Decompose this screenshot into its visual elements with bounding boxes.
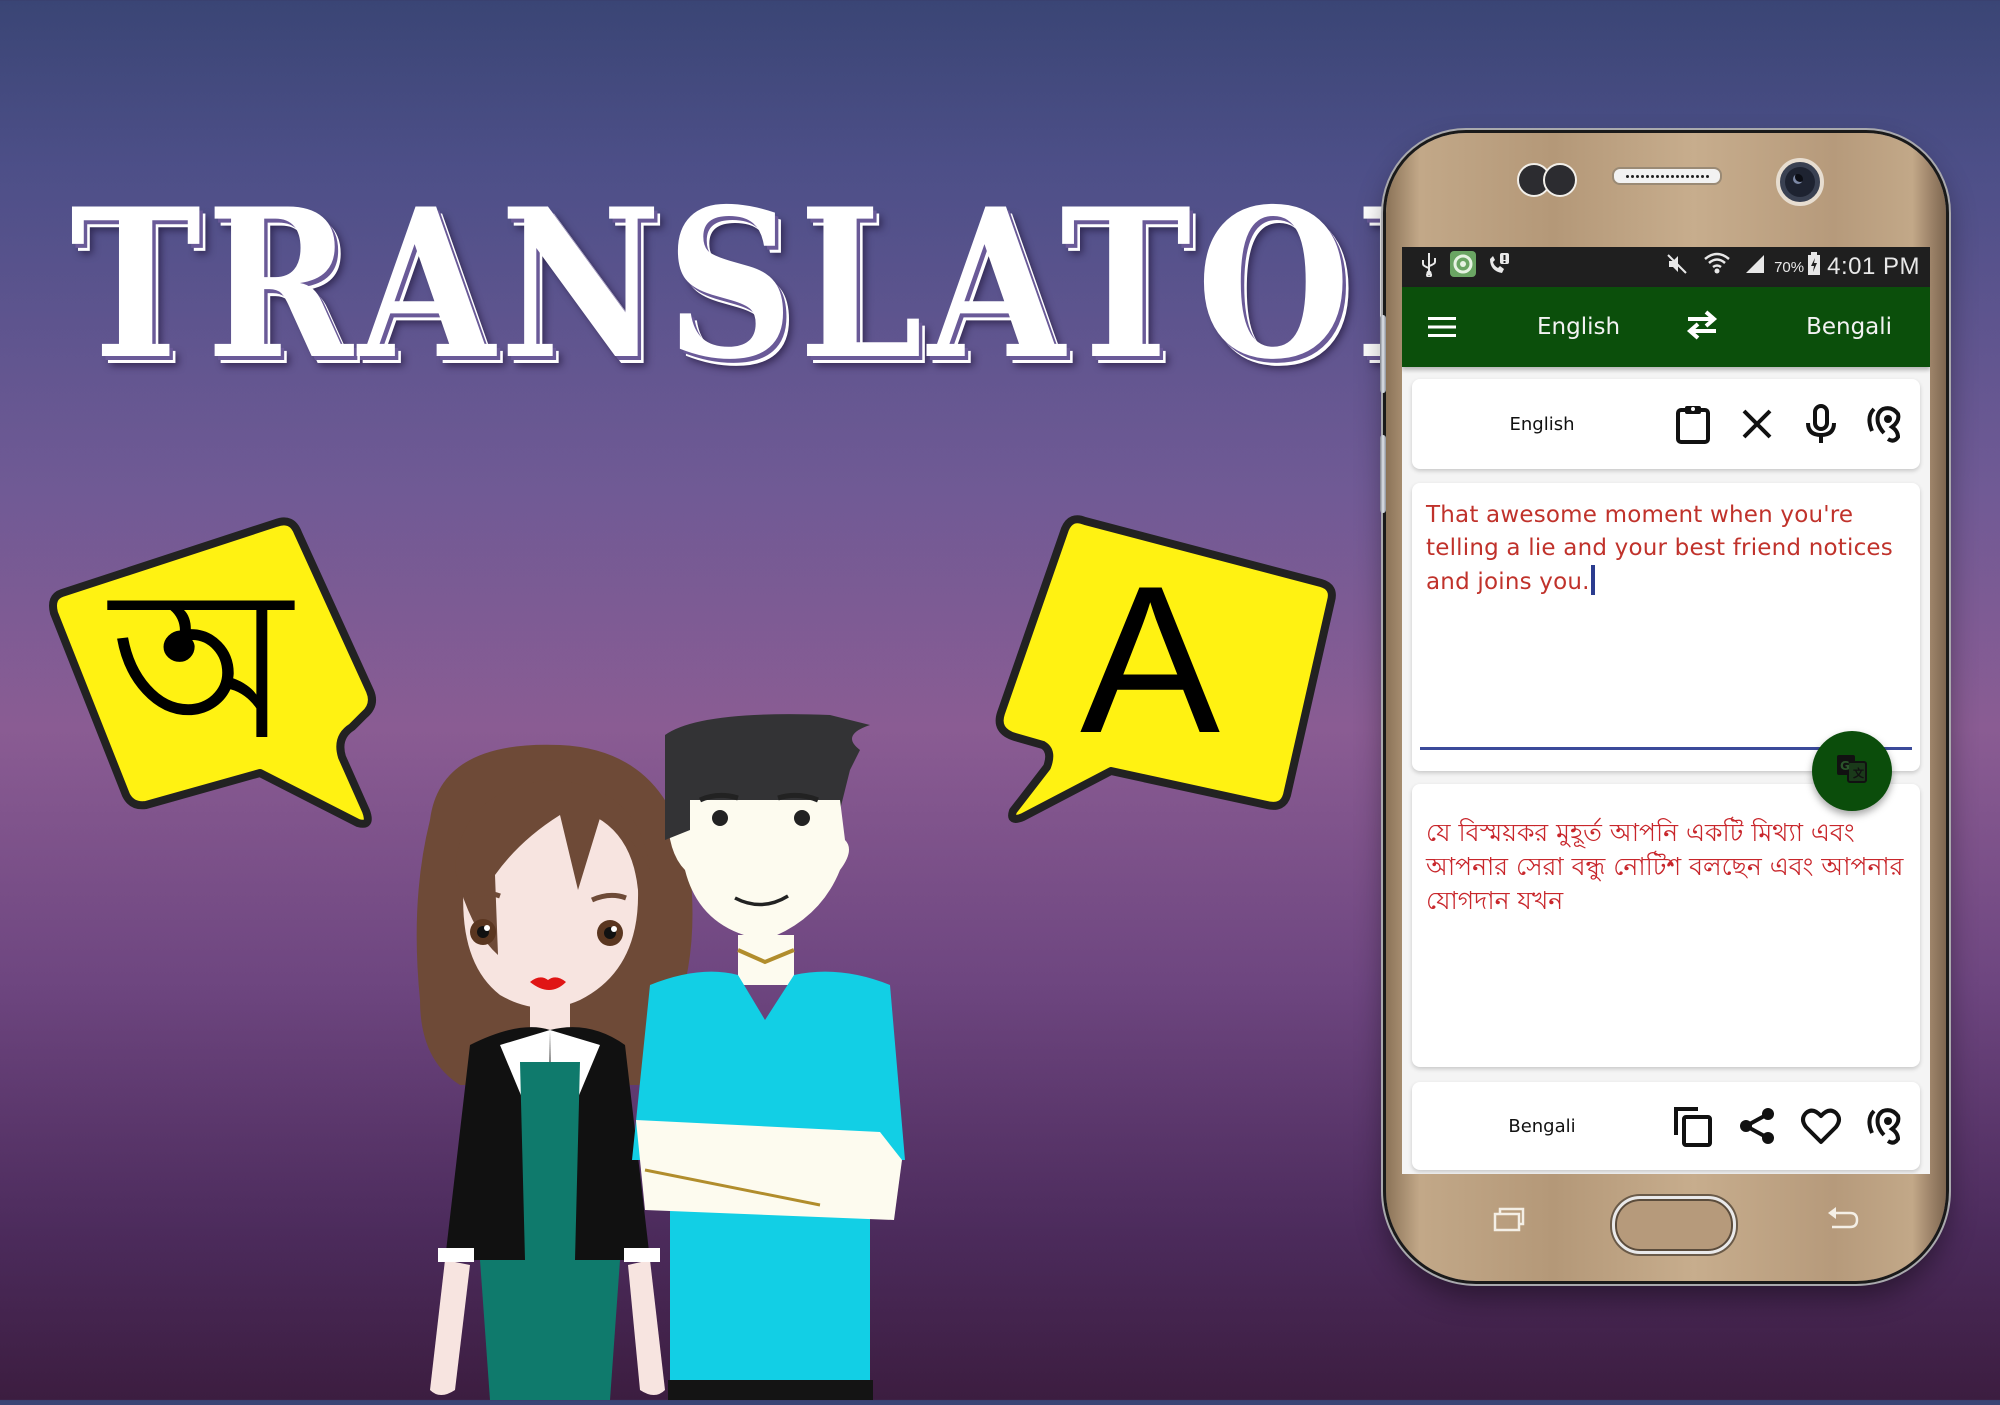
front-camera — [1776, 158, 1824, 206]
english-letter: A — [1080, 542, 1221, 777]
translation-output-card: যে বিস্ময়কর মুহূর্ত আপনি একটি মিথ্যা এব… — [1412, 784, 1920, 1067]
close-icon[interactable] — [1736, 403, 1778, 445]
home-button[interactable] — [1612, 1196, 1736, 1254]
ear-icon[interactable] — [1864, 403, 1906, 445]
copy-icon[interactable] — [1672, 1105, 1714, 1147]
mute-icon — [1666, 253, 1688, 281]
text-caret — [1590, 565, 1595, 595]
translate-button[interactable]: G文 — [1812, 731, 1892, 811]
bengali-speech-bubble: অ — [40, 505, 400, 835]
earpiece-speaker — [1612, 167, 1722, 185]
characters-illustration — [400, 700, 1040, 1400]
google-translate-icon: G文 — [1835, 753, 1869, 790]
ear-icon[interactable] — [1864, 1105, 1906, 1147]
source-language-label: English — [1509, 413, 1575, 435]
clock: 4:01 PM — [1827, 253, 1920, 280]
hamburger-menu-icon[interactable] — [1402, 316, 1482, 338]
signal-icon — [1744, 253, 1766, 281]
target-language-card: Bengali — [1412, 1082, 1920, 1170]
target-language-label: Bengali — [1508, 1115, 1576, 1137]
phone-screen: 70% 4:01 PM English Bengali English That… — [1402, 247, 1930, 1174]
bengali-letter: অ — [110, 542, 292, 787]
battery-percent: 70% — [1774, 258, 1805, 276]
target-language-selector[interactable]: Bengali — [1806, 314, 1892, 340]
source-text-input[interactable]: That awesome moment when you're telling … — [1412, 483, 1920, 615]
clipboard-icon[interactable] — [1672, 403, 1714, 445]
app-notification-icon — [1450, 251, 1476, 283]
source-language-selector[interactable]: English — [1537, 314, 1620, 340]
heart-icon[interactable] — [1800, 1105, 1842, 1147]
light-sensor — [1543, 163, 1577, 197]
battery-charging-icon — [1807, 252, 1821, 282]
usb-icon — [1420, 251, 1438, 283]
microphone-icon[interactable] — [1800, 403, 1842, 445]
share-icon[interactable] — [1736, 1105, 1778, 1147]
recent-apps-icon[interactable] — [1493, 1206, 1525, 1237]
volume-down-button — [1380, 435, 1386, 513]
input-card: That awesome moment when you're telling … — [1412, 483, 1920, 771]
volume-up-button — [1380, 315, 1386, 393]
app-bar: English Bengali — [1402, 287, 1930, 367]
svg-text:文: 文 — [1853, 766, 1865, 780]
banner-title: TRANSLATOR — [70, 165, 1507, 405]
back-icon[interactable] — [1826, 1205, 1860, 1236]
man-figure — [632, 714, 905, 1400]
source-text-value: That awesome moment when you're telling … — [1426, 502, 1893, 595]
status-bar: 70% 4:01 PM — [1402, 247, 1930, 287]
source-language-card: English — [1412, 379, 1920, 469]
swap-arrows-icon[interactable] — [1682, 309, 1722, 345]
wifi-icon — [1704, 252, 1730, 282]
call-alert-icon — [1486, 251, 1512, 283]
svg-text:G: G — [1840, 759, 1850, 773]
